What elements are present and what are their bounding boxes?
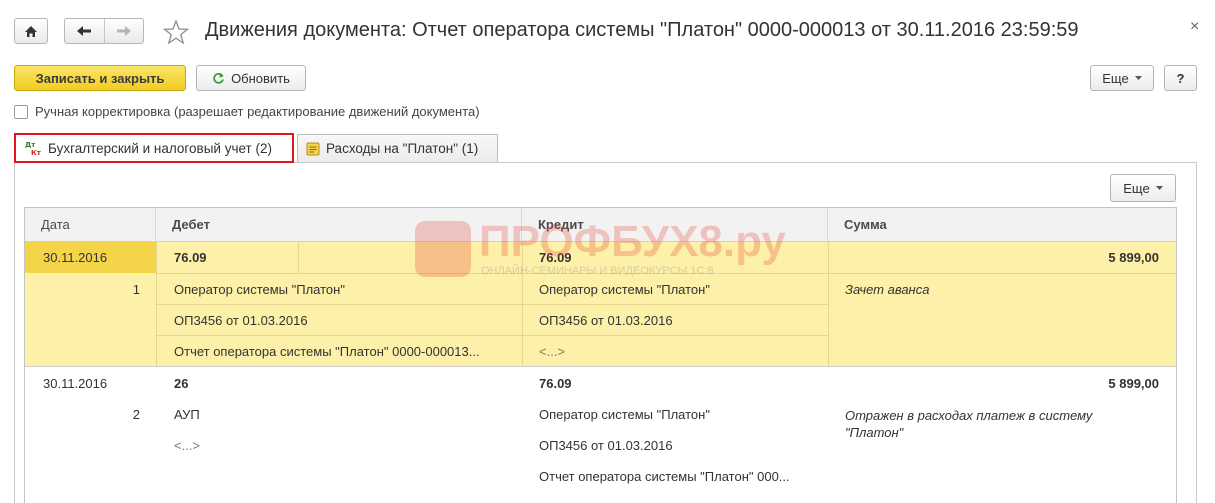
forward-button[interactable] (103, 19, 144, 43)
tab-platon-expenses[interactable]: Расходы на "Платон" (1) (297, 134, 498, 162)
table-row[interactable]: 30.11.2016 1 76.09 Оператор системы "Пла… (25, 242, 1176, 367)
debit-subconto-1: Оператор системы "Платон" (174, 282, 345, 297)
credit-account: 76.09 (539, 250, 572, 265)
dt-kt-icon: Дт Кт (25, 141, 42, 156)
credit-subconto-2: ОП3456 от 01.03.2016 (539, 438, 673, 453)
chevron-down-icon (1155, 185, 1163, 190)
refresh-button[interactable]: Обновить (196, 65, 306, 91)
window-title: Движения документа: Отчет оператора сист… (205, 19, 1079, 41)
credit-subconto-3: Отчет оператора системы "Платон" 000... (539, 469, 790, 484)
row-amount: 5 899,00 (1108, 250, 1159, 265)
credit-subconto-1: Оператор системы "Платон" (539, 407, 710, 422)
tab-accounting[interactable]: Дт Кт Бухгалтерский и налоговый учет (2) (14, 133, 294, 163)
star-icon (162, 19, 190, 45)
column-header-debit[interactable]: Дебет (156, 208, 522, 242)
row-date: 30.11.2016 (43, 376, 108, 391)
chevron-down-icon (1134, 75, 1142, 80)
credit-subconto-1: Оператор системы "Платон" (539, 282, 710, 297)
favorite-button[interactable] (162, 19, 190, 45)
svg-text:Дт: Дт (25, 141, 36, 149)
close-icon[interactable]: × (1190, 18, 1199, 36)
table-row[interactable]: 30.11.2016 2 26 АУП <...> 76.09 Оператор… (25, 367, 1176, 503)
debit-subconto-3: Отчет оператора системы "Платон" 0000-00… (174, 344, 480, 359)
register-icon (306, 142, 320, 155)
column-header-credit[interactable]: Кредит (522, 208, 828, 242)
credit-subconto-2: ОП3456 от 01.03.2016 (539, 313, 673, 328)
refresh-icon (213, 72, 224, 84)
row-number: 2 (132, 407, 140, 422)
tab-platon-label: Расходы на "Платон" (1) (326, 141, 479, 156)
row-date: 30.11.2016 (43, 250, 108, 265)
more-actions-button[interactable]: Еще (1090, 65, 1154, 91)
table-more-label: Еще (1123, 180, 1150, 196)
manual-edit-label: Ручная корректировка (разрешает редактир… (35, 104, 480, 119)
debit-account: 76.09 (174, 250, 207, 265)
tab-accounting-label: Бухгалтерский и налоговый учет (2) (48, 140, 272, 156)
back-button[interactable] (65, 19, 104, 43)
debit-subconto-1: АУП (174, 407, 200, 422)
column-header-date[interactable]: Дата (25, 208, 156, 242)
home-button[interactable] (14, 18, 48, 44)
more-label: Еще (1102, 70, 1129, 86)
row-comment: Отражен в расходах платеж в систему "Пла… (845, 408, 1093, 440)
debit-subconto-2: <...> (174, 438, 201, 453)
movements-table[interactable]: Дата Дебет Кредит Сумма 30.11.2016 1 76.… (24, 207, 1177, 503)
row-amount: 5 899,00 (1108, 376, 1159, 391)
save-and-close-button[interactable]: Записать и закрыть (14, 65, 186, 91)
row-comment: Зачет аванса (845, 282, 930, 297)
arrow-left-icon (77, 26, 92, 36)
credit-account: 76.09 (539, 376, 572, 391)
arrow-right-icon (116, 26, 131, 36)
debit-account: 26 (174, 376, 189, 391)
navigation-group (64, 18, 144, 44)
row-number: 1 (132, 282, 140, 297)
refresh-label: Обновить (231, 70, 290, 86)
debit-subconto-2: ОП3456 от 01.03.2016 (174, 313, 308, 328)
manual-edit-row[interactable]: Ручная корректировка (разрешает редактир… (14, 104, 480, 119)
help-button[interactable]: ? (1164, 65, 1197, 91)
credit-subconto-3: <...> (539, 344, 566, 359)
svg-text:Кт: Кт (31, 149, 42, 156)
home-icon (25, 25, 37, 37)
manual-edit-checkbox[interactable] (14, 104, 28, 119)
title-bar: Движения документа: Отчет оператора сист… (0, 0, 1215, 60)
table-header: Дата Дебет Кредит Сумма (25, 208, 1176, 242)
column-header-amount[interactable]: Сумма (828, 208, 1176, 242)
table-more-button[interactable]: Еще (1110, 174, 1176, 202)
